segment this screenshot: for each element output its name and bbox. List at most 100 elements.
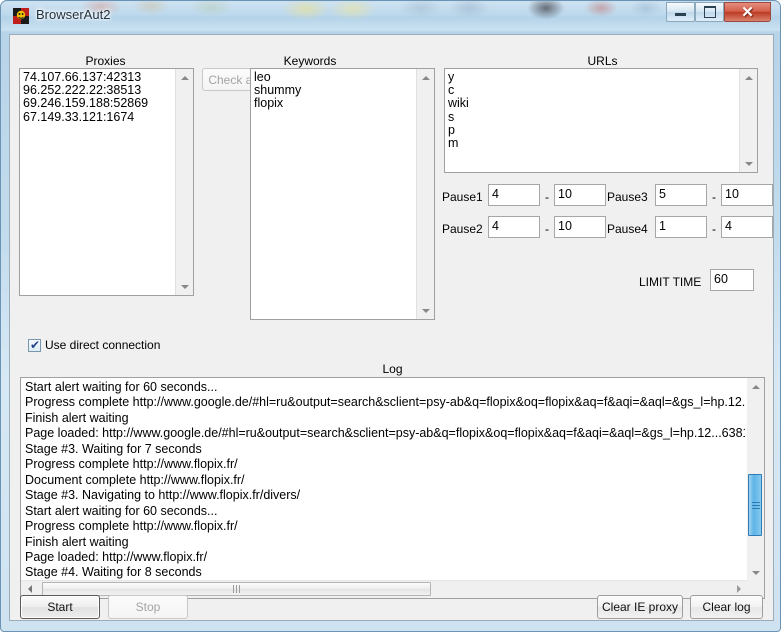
keywords-list-items: leo shummy flopix <box>254 71 416 111</box>
maximize-button[interactable] <box>695 2 724 22</box>
scroll-down-button[interactable] <box>747 564 764 581</box>
log-line: Document complete http://www.flopix.fr/ <box>25 472 245 487</box>
pause1-separator: - <box>545 190 549 204</box>
list-item[interactable]: 74.107.66.137:42313 <box>23 71 175 84</box>
chevron-down-icon <box>421 308 430 313</box>
chevron-right-icon <box>736 585 741 593</box>
minimize-button[interactable] <box>666 2 695 22</box>
log-line: Stage #3. Navigating to http://www.flopi… <box>25 488 301 503</box>
app-icon <box>13 8 29 24</box>
scroll-grip-icon <box>752 501 760 509</box>
scroll-down-button[interactable] <box>417 302 434 319</box>
log-line: Progress complete http://www.flopix.fr/ <box>25 457 238 472</box>
list-item[interactable]: wiki <box>448 97 739 110</box>
log-label: Log <box>382 362 403 376</box>
list-item[interactable]: leo <box>254 71 416 84</box>
pause4-min-input[interactable]: 1 <box>655 216 707 238</box>
limit-time-label: LIMIT TIME <box>639 275 702 289</box>
minimize-icon <box>675 13 686 16</box>
keywords-list[interactable]: leo shummy flopix <box>250 68 435 320</box>
scroll-up-button[interactable] <box>740 69 757 86</box>
check-icon: ✔ <box>30 337 41 352</box>
proxies-list[interactable]: 74.107.66.137:42313 96.252.222.22:38513 … <box>19 68 194 296</box>
list-item[interactable]: 67.149.33.121:1674 <box>23 111 175 124</box>
close-button[interactable]: ✕ <box>724 2 771 22</box>
urls-list-items: y c wiki s p m <box>448 71 739 150</box>
log-line: Page loaded: http://www.flopix.fr/ <box>25 549 208 564</box>
list-item[interactable]: p <box>448 124 739 137</box>
log-lines: Start alert waiting for 60 seconds... Pr… <box>25 380 745 598</box>
scroll-down-button[interactable] <box>176 278 193 295</box>
log-vertical-scrollbar[interactable] <box>747 378 764 581</box>
scroll-down-button[interactable] <box>740 155 757 172</box>
log-line: Finish alert waiting <box>25 534 129 549</box>
pause3-label: Pause3 <box>607 190 648 204</box>
pause2-separator: - <box>545 222 549 236</box>
pause2-label: Pause2 <box>442 222 483 236</box>
stop-button[interactable]: Stop <box>108 595 188 619</box>
log-line: Progress complete http://www.flopix.fr/ <box>25 519 238 534</box>
pause4-label: Pause4 <box>607 222 648 236</box>
chevron-up-icon <box>180 75 189 80</box>
pause4-max-input[interactable]: 4 <box>721 216 773 238</box>
list-item[interactable]: shummy <box>254 84 416 97</box>
log-line: Start alert waiting for 60 seconds... <box>25 503 218 518</box>
clear-log-button[interactable]: Clear log <box>690 595 763 619</box>
use-direct-connection-label: Use direct connection <box>45 338 161 352</box>
proxies-scrollbar[interactable] <box>175 69 193 295</box>
log-hscroll-thumb[interactable] <box>42 582 431 596</box>
pause4-separator: - <box>712 222 716 236</box>
application-window: BrowserAut2 ✕ Proxies 74.107.66.137:4231… <box>0 0 781 632</box>
checkbox-box: ✔ <box>28 337 41 352</box>
title-bar[interactable]: BrowserAut2 ✕ <box>1 1 780 31</box>
use-direct-connection-checkbox[interactable]: ✔ Use direct connection <box>28 338 160 352</box>
pause3-max-input[interactable]: 10 <box>721 184 773 206</box>
maximize-icon <box>703 6 716 18</box>
limit-time-input[interactable]: 60 <box>710 269 754 291</box>
list-item[interactable]: flopix <box>254 97 416 110</box>
chevron-left-icon <box>27 585 32 593</box>
list-item[interactable]: y <box>448 71 739 84</box>
proxies-list-items: 74.107.66.137:42313 96.252.222.22:38513 … <box>23 71 175 124</box>
chevron-down-icon <box>751 570 760 575</box>
log-line: Progress complete http://www.google.de/#… <box>25 395 745 410</box>
chevron-down-icon <box>744 161 753 166</box>
pause3-min-input[interactable]: 5 <box>655 184 707 206</box>
clear-ie-proxy-button[interactable]: Clear IE proxy <box>597 595 683 619</box>
pause3-separator: - <box>712 190 716 204</box>
chevron-up-icon <box>744 75 753 80</box>
chevron-up-icon <box>421 75 430 80</box>
log-scroll-thumb[interactable] <box>748 474 762 536</box>
client-area: Proxies 74.107.66.137:42313 96.252.222.2… <box>9 34 774 621</box>
pause1-max-input[interactable]: 10 <box>554 184 606 206</box>
list-item[interactable]: 96.252.222.22:38513 <box>23 84 175 97</box>
scroll-up-button[interactable] <box>747 378 764 395</box>
pause1-min-input[interactable]: 4 <box>488 184 540 206</box>
urls-label: URLs <box>587 54 618 68</box>
start-button[interactable]: Start <box>20 595 100 619</box>
urls-scrollbar[interactable] <box>739 69 757 172</box>
log-line: Start alert waiting for 60 seconds... <box>25 380 218 394</box>
list-item[interactable]: m <box>448 137 739 150</box>
log-line: Stage #4. Waiting for 8 seconds <box>25 565 202 580</box>
log-line: Finish alert waiting <box>25 410 129 425</box>
scroll-up-button[interactable] <box>417 69 434 86</box>
list-item[interactable]: c <box>448 84 739 97</box>
pause1-label: Pause1 <box>442 190 483 204</box>
scroll-up-button[interactable] <box>176 69 193 86</box>
keywords-scrollbar[interactable] <box>416 69 434 319</box>
keywords-label: Keywords <box>283 54 337 68</box>
list-item[interactable]: 69.246.159.188:52869 <box>23 97 175 110</box>
proxies-label: Proxies <box>85 54 126 68</box>
pause2-max-input[interactable]: 10 <box>554 216 606 238</box>
log-textarea[interactable]: Start alert waiting for 60 seconds... Pr… <box>20 377 765 599</box>
chevron-up-icon <box>751 384 760 389</box>
window-title: BrowserAut2 <box>36 7 111 22</box>
close-icon: ✕ <box>741 3 754 21</box>
pause2-min-input[interactable]: 4 <box>488 216 540 238</box>
log-line: Stage #3. Waiting for 7 seconds <box>25 441 202 456</box>
urls-list[interactable]: y c wiki s p m <box>444 68 758 173</box>
scroll-grip-icon <box>233 585 240 593</box>
chevron-down-icon <box>180 284 189 289</box>
list-item[interactable]: s <box>448 111 739 124</box>
